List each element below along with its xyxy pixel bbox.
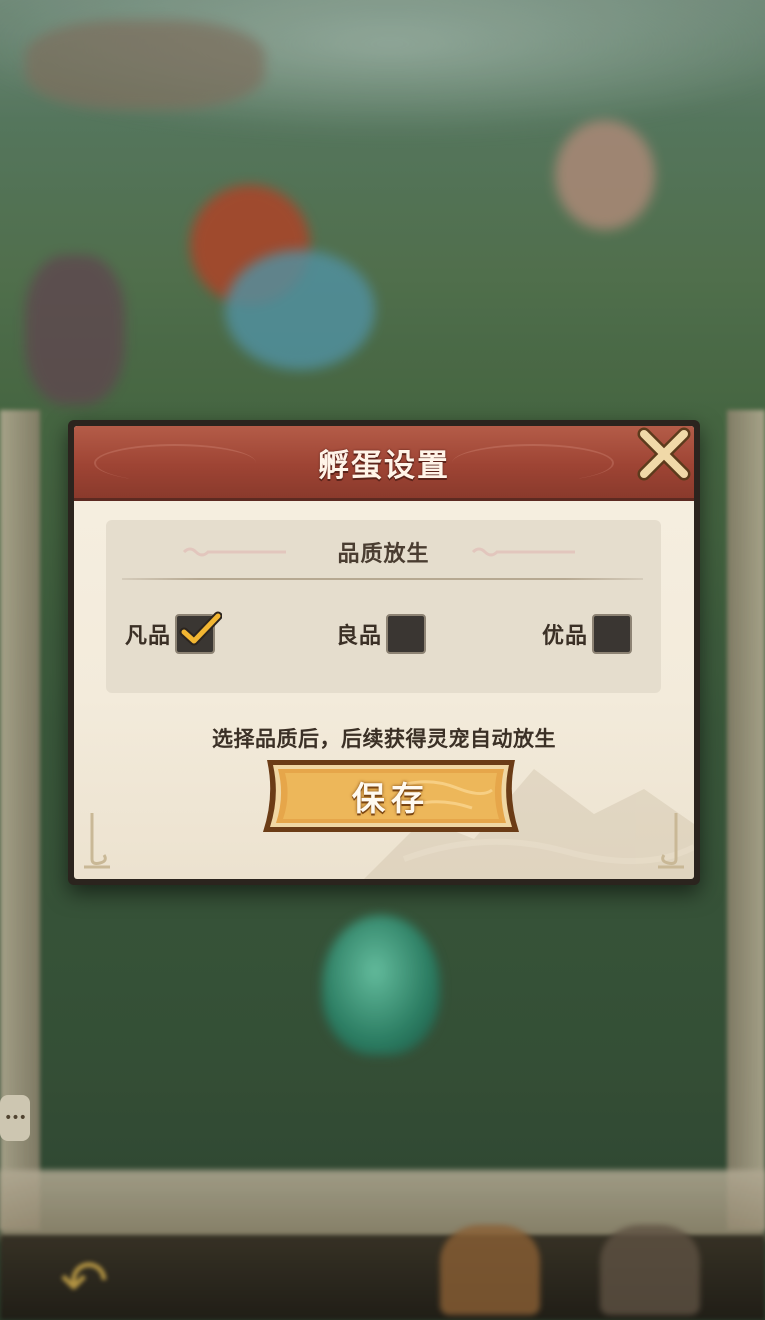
dialog-title: 孵蛋设置 xyxy=(318,448,450,484)
save-button-label: 保存 xyxy=(352,779,430,818)
excellent-checkbox[interactable] xyxy=(592,614,633,654)
quality-option-good[interactable]: 良品 xyxy=(336,614,427,654)
checkmark-icon xyxy=(179,611,223,646)
good-checkbox[interactable] xyxy=(386,614,427,654)
hatch-settings-dialog: 孵蛋设置 品质放生 凡品 良品 优品 选择品质后，后续获得灵宠自动放生 保存 xyxy=(68,420,700,885)
dialog-title-bar: 孵蛋设置 xyxy=(74,426,694,501)
dialog-body: 孵蛋设置 品质放生 凡品 良品 优品 选择品质后，后续获得灵宠自动放生 保存 xyxy=(74,426,694,879)
corner-ornament-icon xyxy=(658,813,684,869)
close-button[interactable] xyxy=(630,422,696,488)
release-hint-text: 选择品质后，后续获得灵宠自动放生 xyxy=(212,727,556,751)
swirl-ornament-icon xyxy=(471,547,575,557)
quality-option-common[interactable]: 凡品 xyxy=(125,611,223,654)
option-label: 优品 xyxy=(542,624,589,649)
common-checkbox[interactable] xyxy=(175,611,223,654)
quality-release-panel: 品质放生 凡品 良品 优品 xyxy=(106,520,661,693)
quality-option-excellent[interactable]: 优品 xyxy=(542,614,633,654)
option-label: 凡品 xyxy=(125,624,172,649)
close-x-icon xyxy=(637,427,691,481)
section-divider xyxy=(122,578,643,580)
option-label: 良品 xyxy=(336,624,383,649)
save-button[interactable]: 保存 xyxy=(257,754,525,838)
corner-ornament-icon xyxy=(84,813,110,869)
